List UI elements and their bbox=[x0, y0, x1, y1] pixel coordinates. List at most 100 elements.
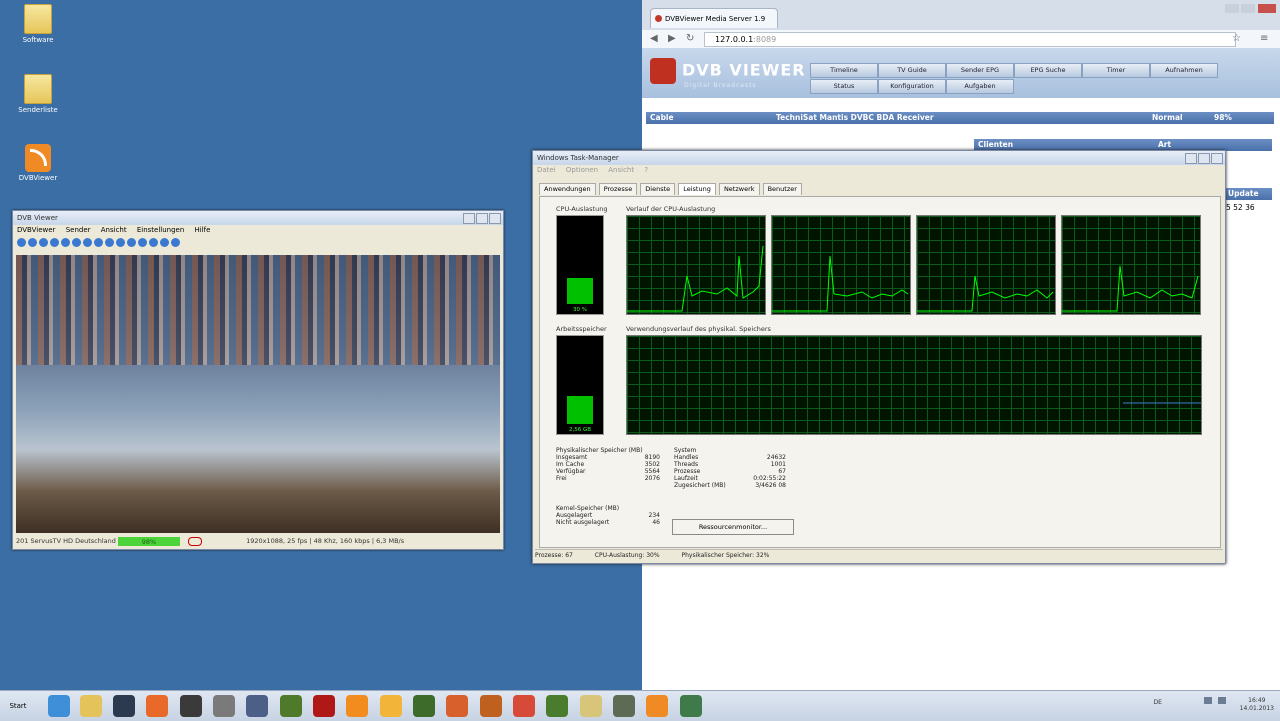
app-tool-icon[interactable] bbox=[613, 695, 635, 717]
system-tray: DE 16:49 14.01.2013 bbox=[1153, 697, 1274, 713]
video-area[interactable] bbox=[16, 255, 500, 533]
mute-icon[interactable] bbox=[138, 238, 147, 247]
nav-sender-epg[interactable]: Sender EPG bbox=[946, 63, 1014, 78]
close-icon[interactable] bbox=[1211, 153, 1223, 164]
menu-ansicht[interactable]: Ansicht bbox=[101, 226, 127, 234]
nav-status[interactable]: Status bbox=[810, 79, 878, 94]
nav-tv-guide[interactable]: TV Guide bbox=[878, 63, 946, 78]
menu-einstellungen[interactable]: Einstellungen bbox=[137, 226, 184, 234]
forward-icon[interactable]: ▶ bbox=[668, 33, 676, 44]
record-icon[interactable] bbox=[39, 238, 48, 247]
tab-anwendungen[interactable]: Anwendungen bbox=[539, 183, 596, 195]
firefox-icon[interactable] bbox=[446, 695, 468, 717]
start-button[interactable]: Start bbox=[2, 695, 34, 717]
menu-hilfe[interactable]: Hilfe bbox=[195, 226, 211, 234]
app-green-icon[interactable] bbox=[280, 695, 302, 717]
network-icon[interactable] bbox=[1203, 697, 1212, 704]
app-ball-icon[interactable] bbox=[480, 695, 502, 717]
signal-meter: 98% bbox=[117, 536, 180, 546]
channel-up-icon[interactable] bbox=[83, 238, 92, 247]
rewind-icon[interactable] bbox=[61, 238, 70, 247]
chrome-icon[interactable] bbox=[513, 695, 535, 717]
stat-row: Threads 1001 bbox=[674, 461, 786, 468]
record-app-icon[interactable] bbox=[313, 695, 335, 717]
url-input[interactable]: 127.0.0.1:8089 bbox=[704, 32, 1236, 47]
tab-benutzer[interactable]: Benutzer bbox=[762, 183, 802, 195]
tab-prozesse[interactable]: Prozesse bbox=[598, 183, 638, 195]
app-world-icon[interactable] bbox=[546, 695, 568, 717]
explorer-icon[interactable] bbox=[80, 695, 102, 717]
ie-icon[interactable] bbox=[48, 695, 70, 717]
dvbviewer-statusbar: 201 ServusTV HD Deutschland 98% 1920x108… bbox=[16, 536, 500, 547]
menu-datei[interactable]: Datei bbox=[537, 166, 556, 174]
nav-timer[interactable]: Timer bbox=[1082, 63, 1150, 78]
bookmark-star-icon[interactable]: ☆ bbox=[1232, 33, 1241, 44]
cpu-history-core-1 bbox=[626, 215, 766, 315]
media-player-icon[interactable] bbox=[380, 695, 402, 717]
settings-icon[interactable] bbox=[160, 238, 169, 247]
tab-leistung[interactable]: Leistung bbox=[678, 183, 716, 195]
app-globe-icon[interactable] bbox=[413, 695, 435, 717]
channel-down-icon[interactable] bbox=[94, 238, 103, 247]
vlc-icon[interactable] bbox=[346, 695, 368, 717]
desktop-icon-software[interactable]: Software bbox=[8, 4, 68, 44]
taskmanager-titlebar[interactable]: Windows Task-Manager bbox=[533, 151, 1225, 165]
volume-icon[interactable] bbox=[127, 238, 136, 247]
reload-icon[interactable]: ↻ bbox=[686, 33, 694, 44]
folder-icon[interactable] bbox=[580, 695, 602, 717]
clock-time[interactable]: 16:49 bbox=[1248, 697, 1265, 704]
menu-icon[interactable]: ≡ bbox=[1260, 33, 1268, 44]
memory-history-label: Verwendungsverlauf des physikal. Speiche… bbox=[626, 325, 771, 333]
tab-dienste[interactable]: Dienste bbox=[640, 183, 676, 195]
browser-tab[interactable]: DVBViewer Media Server 1.9 bbox=[650, 8, 778, 28]
app-pen-icon[interactable] bbox=[246, 695, 268, 717]
epg-icon[interactable] bbox=[105, 238, 114, 247]
menu-dvbviewer[interactable]: DVBViewer bbox=[17, 226, 55, 234]
teletext-icon[interactable] bbox=[116, 238, 125, 247]
close-icon[interactable] bbox=[1258, 4, 1276, 13]
minimize-icon[interactable] bbox=[463, 213, 475, 224]
info-icon[interactable] bbox=[171, 238, 180, 247]
app-gray-icon[interactable] bbox=[213, 695, 235, 717]
resource-monitor-button[interactable]: Ressourcenmonitor... bbox=[672, 519, 794, 535]
pause-icon[interactable] bbox=[50, 238, 59, 247]
steam-icon[interactable] bbox=[113, 695, 135, 717]
memory-history-graph bbox=[626, 335, 1202, 435]
memory-label: Arbeitsspeicher bbox=[556, 325, 607, 333]
menu-ansicht[interactable]: Ansicht bbox=[608, 166, 634, 174]
app-orange-icon[interactable] bbox=[146, 695, 168, 717]
play-icon[interactable] bbox=[17, 238, 26, 247]
maximize-icon[interactable] bbox=[1241, 4, 1256, 13]
maximize-icon[interactable] bbox=[1198, 153, 1210, 164]
tab-netzwerk[interactable]: Netzwerk bbox=[718, 183, 760, 195]
taskmanager-taskbar-icon[interactable] bbox=[680, 695, 702, 717]
dvb-header: DVB VIEWER Digital Broadcasts Timeline T… bbox=[642, 48, 1280, 98]
nav-aufnahmen[interactable]: Aufnahmen bbox=[1150, 63, 1218, 78]
desktop-icon-dvbviewer[interactable]: DVBViewer bbox=[8, 144, 68, 182]
menu-sender[interactable]: Sender bbox=[66, 226, 91, 234]
clock-date[interactable]: 14.01.2013 bbox=[1240, 705, 1274, 712]
close-icon[interactable] bbox=[489, 213, 501, 224]
nav-timeline[interactable]: Timeline bbox=[810, 63, 878, 78]
address-bar: ◀ ▶ ↻ 127.0.0.1:8089 ☆ ≡ bbox=[642, 30, 1280, 49]
forward-icon[interactable] bbox=[72, 238, 81, 247]
fullscreen-icon[interactable] bbox=[149, 238, 158, 247]
minimize-icon[interactable] bbox=[1185, 153, 1197, 164]
menu-optionen[interactable]: Optionen bbox=[566, 166, 598, 174]
minimize-icon[interactable] bbox=[1224, 4, 1239, 13]
nav-aufgaben[interactable]: Aufgaben bbox=[946, 79, 1014, 94]
app-dark-icon[interactable] bbox=[180, 695, 202, 717]
maximize-icon[interactable] bbox=[476, 213, 488, 224]
dvbviewer-titlebar[interactable]: DVB Viewer bbox=[13, 211, 503, 225]
menu-help[interactable]: ? bbox=[644, 166, 648, 174]
nav-konfiguration[interactable]: Konfiguration bbox=[878, 79, 946, 94]
stop-icon[interactable] bbox=[28, 238, 37, 247]
nav-epg-suche[interactable]: EPG Suche bbox=[1014, 63, 1082, 78]
dvbviewer-taskbar-icon[interactable] bbox=[646, 695, 668, 717]
volume-icon[interactable] bbox=[1217, 697, 1226, 704]
desktop-icon-senderliste[interactable]: Senderliste bbox=[8, 74, 68, 114]
dvbviewer-menubar: DVBViewer Sender Ansicht Einstellungen H… bbox=[13, 225, 503, 236]
language-indicator[interactable]: DE bbox=[1153, 699, 1161, 706]
back-icon[interactable]: ◀ bbox=[650, 33, 658, 44]
window-controls bbox=[462, 213, 501, 229]
